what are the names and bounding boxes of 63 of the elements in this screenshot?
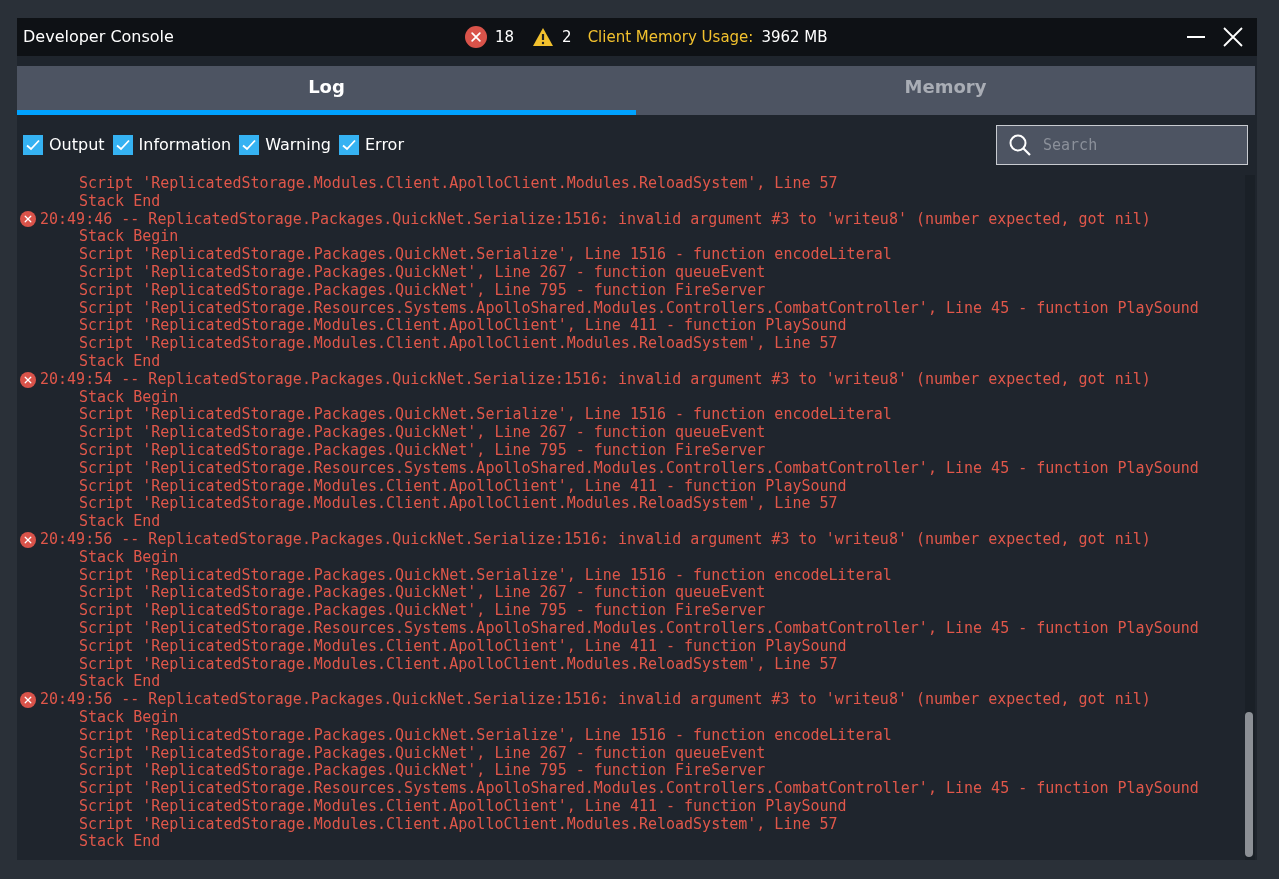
stack-trace-line: Script 'ReplicatedStorage.Modules.Client.ApolloClient', Line 411 - function PlaySound bbox=[79, 477, 847, 496]
stack-trace-line: Script 'ReplicatedStorage.Modules.Client.ApolloClient.Modules.ReloadSystem', Line 57 bbox=[79, 335, 838, 353]
filter-label[interactable]: Output bbox=[49, 133, 105, 157]
stack-trace-line: Script 'ReplicatedStorage.Packages.QuickNet', Line 267 - function queueEvent bbox=[79, 264, 766, 282]
stack-trace-line: Script 'ReplicatedStorage.Packages.QuickNet', Line 267 - function queueEvent bbox=[79, 424, 766, 442]
stack-trace-line: Stack End bbox=[79, 513, 161, 531]
stack-trace-line: Script 'ReplicatedStorage.Packages.QuickNet.Serialize', Line 1516 - function encodeLiteral bbox=[79, 406, 892, 425]
minimize-icon[interactable] bbox=[1187, 35, 1205, 39]
warning-icon bbox=[532, 27, 555, 47]
stack-trace-line: Stack Begin bbox=[79, 708, 179, 727]
stack-trace-line: Stack End bbox=[79, 833, 161, 852]
stack-trace-line: Script 'ReplicatedStorage.Modules.Client.ApolloClient', Line 411 - function PlaySound bbox=[79, 317, 847, 336]
error-message: 20:49:54 -- ReplicatedStorage.Packages.QuickNet.Serialize:1516: invalid argument #3 to 'writeu8' (number expected, got nil) bbox=[40, 370, 1151, 389]
search-field[interactable]: Search bbox=[996, 125, 1248, 165]
stack-trace-line: Script 'ReplicatedStorage.Packages.QuickNet', Line 267 - function queueEvent bbox=[79, 584, 766, 603]
window-title: Developer Console bbox=[23, 26, 174, 48]
stack-trace-line: Script 'ReplicatedStorage.Modules.Client.ApolloClient', Line 411 - function PlaySound bbox=[79, 797, 847, 816]
error-icon bbox=[20, 531, 36, 548]
filter-label[interactable]: Error bbox=[365, 133, 404, 157]
scrollbar-thumb[interactable] bbox=[1245, 712, 1253, 857]
stack-trace-line: Script 'ReplicatedStorage.Modules.Client.ApolloClient.Modules.ReloadSystem', Line 57 bbox=[79, 495, 838, 514]
checkbox[interactable] bbox=[339, 135, 359, 155]
stack-trace-line: Stack End bbox=[79, 673, 161, 692]
filter-label[interactable]: Information bbox=[138, 133, 232, 157]
stack-trace-line: Script 'ReplicatedStorage.Resources.Systems.ApolloShared.Modules.Controllers.CombatController', Line 45 - function PlaySound bbox=[79, 459, 1199, 478]
stack-trace-line: Script 'ReplicatedStorage.Packages.QuickNet', Line 795 - function FireServer bbox=[79, 602, 766, 620]
error-message: 20:49:46 -- ReplicatedStorage.Packages.QuickNet.Serialize:1516: invalid argument #3 to 'writeu8' (number expected, got nil) bbox=[40, 210, 1151, 229]
stack-trace-line: Script 'ReplicatedStorage.Resources.Systems.ApolloShared.Modules.Controllers.CombatController', Line 45 - function PlaySound bbox=[79, 780, 1199, 798]
stack-trace-line: Script 'ReplicatedStorage.Modules.Client.ApolloClient.Modules.ReloadSystem', Line 57 bbox=[79, 655, 838, 674]
checkbox[interactable] bbox=[112, 135, 133, 155]
stack-trace-line: Stack Begin bbox=[79, 548, 179, 567]
stack-trace-line: Script 'ReplicatedStorage.Packages.QuickNet.Serialize', Line 1516 - function encodeLiteral bbox=[79, 726, 892, 745]
stack-trace-line: Script 'ReplicatedStorage.Modules.Client.ApolloClient.Modules.ReloadSystem', Line 57 bbox=[79, 815, 838, 834]
error-icon bbox=[20, 211, 36, 228]
stack-trace-line: Script 'ReplicatedStorage.Packages.QuickNet', Line 795 - function FireServer bbox=[79, 441, 766, 460]
stack-trace-line: Script 'ReplicatedStorage.Packages.QuickNet', Line 795 - function FireServer bbox=[79, 762, 766, 781]
stack-trace-line: Stack End bbox=[79, 192, 161, 211]
stack-trace-line: Script 'ReplicatedStorage.Packages.QuickNet.Serialize', Line 1516 - function encodeLiteral bbox=[79, 566, 892, 585]
stack-trace-line: Script 'ReplicatedStorage.Packages.QuickNet.Serialize', Line 1516 - function encodeLiteral bbox=[79, 246, 892, 264]
checkbox[interactable] bbox=[23, 135, 43, 155]
stack-trace-line: Script 'ReplicatedStorage.Resources.Systems.ApolloShared.Modules.Controllers.CombatController', Line 45 - function PlaySound bbox=[79, 299, 1199, 318]
memory-label: Client Memory Usage: bbox=[587, 26, 754, 48]
search-icon bbox=[1008, 133, 1032, 157]
warning-count: 2 bbox=[562, 26, 572, 48]
stack-trace-line: Stack Begin bbox=[79, 388, 179, 407]
error-icon bbox=[20, 692, 36, 708]
stack-trace-line: Stack End bbox=[79, 352, 161, 371]
error-count: 18 bbox=[495, 26, 515, 48]
tab[interactable]: Log bbox=[17, 66, 636, 115]
error-icon bbox=[20, 371, 36, 388]
memory-value: 3962 MB bbox=[761, 26, 828, 48]
filter-label[interactable]: Warning bbox=[265, 133, 331, 157]
stack-trace-line: Stack Begin bbox=[79, 228, 179, 247]
error-message: 20:49:56 -- ReplicatedStorage.Packages.QuickNet.Serialize:1516: invalid argument #3 to 'writeu8' (number expected, got nil) bbox=[40, 691, 1151, 709]
stack-trace-line: Script 'ReplicatedStorage.Resources.Systems.ApolloShared.Modules.Controllers.CombatController', Line 45 - function PlaySound bbox=[79, 619, 1199, 638]
error-icon bbox=[465, 26, 487, 48]
error-message: 20:49:56 -- ReplicatedStorage.Packages.QuickNet.Serialize:1516: invalid argument #3 to 'writeu8' (number expected, got nil) bbox=[40, 530, 1151, 549]
stack-trace-line: Script 'ReplicatedStorage.Modules.Client.ApolloClient.Modules.ReloadSystem', Line 57 bbox=[79, 175, 838, 193]
checkbox[interactable] bbox=[239, 135, 260, 155]
stack-trace-line: Script 'ReplicatedStorage.Modules.Client.ApolloClient', Line 411 - function PlaySound bbox=[79, 637, 847, 656]
close-icon[interactable] bbox=[1223, 27, 1243, 47]
stack-trace-line: Script 'ReplicatedStorage.Packages.QuickNet', Line 795 - function FireServer bbox=[79, 281, 766, 300]
stack-trace-line: Script 'ReplicatedStorage.Packages.QuickNet', Line 267 - function queueEvent bbox=[79, 744, 766, 763]
